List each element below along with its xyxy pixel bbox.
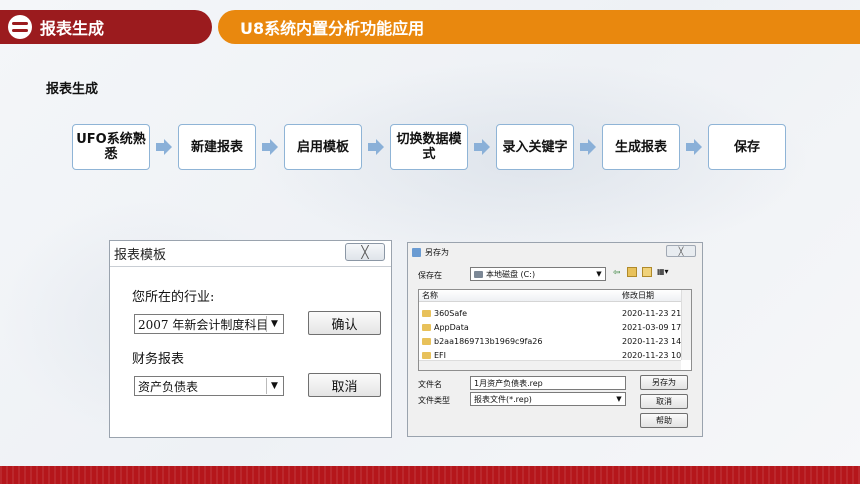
logo-icon [8, 15, 32, 39]
chevron-down-icon[interactable]: ▼ [594, 269, 604, 279]
save-in-value: 本地磁盘 (C:) [486, 269, 536, 279]
industry-select-value: 2007 年新会计制度科目 [138, 317, 269, 332]
filename-input[interactable]: 1月资产负债表.rep [470, 376, 626, 390]
chevron-down-icon[interactable]: ▼ [266, 316, 282, 332]
report-label: 财务报表 [132, 352, 185, 367]
folder-icon [422, 324, 431, 331]
process-flow: UFO系统熟悉 新建报表 启用模板 切换数据模式 录入关键字 生成报表 保存 [72, 124, 786, 170]
list-item[interactable]: AppData 2021-03-09 17:2 [419, 321, 689, 334]
template-dialog: 报表模板 ╳ 您所在的行业: 2007 年新会计制度科目 ▼ 确认 财务报表 资… [109, 240, 392, 438]
arrow-right-icon [362, 124, 390, 170]
save-in-select[interactable]: 本地磁盘 (C:) ▼ [470, 267, 606, 281]
drive-icon [474, 270, 483, 278]
cancel-button[interactable]: 取消 [308, 373, 381, 397]
arrow-right-icon [468, 124, 496, 170]
filename-label: 文件名 [418, 380, 442, 389]
file-list: 名称 修改日期 360Safe 2020-11-23 21:0 AppData … [418, 289, 692, 371]
report-select-value: 资产负债表 [138, 379, 199, 394]
list-item[interactable]: 360Safe 2020-11-23 21:0 [419, 307, 689, 320]
section-title: 报表生成 [46, 82, 99, 97]
close-button[interactable]: ╳ [666, 245, 696, 257]
column-header-name[interactable]: 名称 [419, 290, 619, 302]
cancel-button[interactable]: 取消 [640, 394, 688, 409]
header-right-title: U8系统内置分析功能应用 [240, 19, 425, 38]
arrow-right-icon [574, 124, 602, 170]
template-dialog-title: 报表模板 [114, 248, 167, 263]
folder-icon [422, 352, 431, 359]
horizontal-scrollbar[interactable] [419, 360, 681, 370]
ok-button[interactable]: 确认 [308, 311, 381, 335]
flow-step: 录入关键字 [496, 124, 574, 170]
folder-icon [422, 338, 431, 345]
filename-value: 1月资产负债表.rep [474, 378, 543, 388]
industry-label: 您所在的行业: [132, 290, 215, 305]
help-button[interactable]: 帮助 [640, 413, 688, 428]
view-menu-icon[interactable]: ▦▾ [657, 267, 673, 277]
save-in-label: 保存在 [418, 271, 442, 280]
filetype-select[interactable]: 报表文件(*.rep) ▼ [470, 392, 626, 406]
column-header-date[interactable]: 修改日期 [619, 290, 683, 302]
save-as-titlebar: 另存为 [408, 243, 702, 261]
arrow-right-icon [150, 124, 178, 170]
flow-step: UFO系统熟悉 [72, 124, 150, 170]
save-as-button[interactable]: 另存为 [640, 375, 688, 390]
flow-step: 保存 [708, 124, 786, 170]
footer-bar [0, 466, 860, 484]
filetype-value: 报表文件(*.rep) [474, 394, 532, 404]
list-item[interactable]: b2aa1869713b1969c9fa26 2020-11-23 14:4 [419, 335, 689, 348]
filetype-label: 文件类型 [418, 396, 450, 405]
file-date: 2020-11-23 10:4 [622, 351, 689, 360]
flow-step: 切换数据模式 [390, 124, 468, 170]
file-name: 360Safe [434, 309, 467, 318]
save-as-dialog: 另存为 ╳ 保存在 本地磁盘 (C:) ▼ ⇦ ▦▾ 名称 修改日期 360Sa… [407, 242, 703, 437]
arrow-right-icon [256, 124, 284, 170]
flow-step: 生成报表 [602, 124, 680, 170]
arrow-right-icon [680, 124, 708, 170]
flow-step: 新建报表 [178, 124, 256, 170]
report-select[interactable]: 资产负债表 ▼ [134, 376, 284, 396]
flow-step: 启用模板 [284, 124, 362, 170]
back-icon[interactable]: ⇦ [613, 268, 621, 278]
header-left-title: 报表生成 [40, 19, 105, 38]
file-date: 2020-11-23 14:4 [622, 337, 689, 346]
file-date: 2021-03-09 17:2 [622, 323, 689, 332]
new-folder-icon[interactable] [642, 267, 652, 277]
header-left-banner: 报表生成 [0, 10, 212, 44]
save-as-title: 另存为 [425, 247, 449, 257]
up-folder-icon[interactable] [627, 267, 637, 277]
file-name: b2aa1869713b1969c9fa26 [434, 337, 543, 346]
file-date: 2020-11-23 21:0 [622, 309, 689, 318]
vertical-scrollbar[interactable] [681, 290, 691, 360]
industry-select[interactable]: 2007 年新会计制度科目 ▼ [134, 314, 284, 334]
folder-icon [422, 310, 431, 317]
chevron-down-icon[interactable]: ▼ [266, 378, 282, 394]
file-name: AppData [434, 323, 469, 332]
chevron-down-icon[interactable]: ▼ [614, 394, 624, 404]
file-name: EFI [434, 351, 447, 360]
header-right-banner: U8系统内置分析功能应用 [218, 10, 860, 44]
close-button[interactable]: ╳ [345, 243, 385, 261]
window-icon [412, 247, 421, 257]
